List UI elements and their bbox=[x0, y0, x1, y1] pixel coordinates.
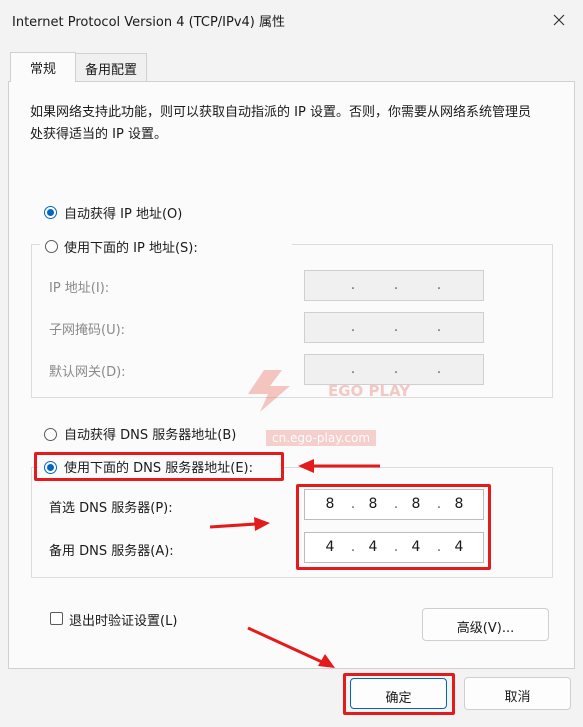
arrow-to-dns-fields-icon bbox=[209, 517, 270, 531]
tab-general[interactable]: 常规 bbox=[10, 52, 76, 82]
tab-general-label: 常规 bbox=[29, 62, 56, 77]
annotation-arrows bbox=[209, 459, 380, 668]
arrow-to-manual-dns-icon bbox=[298, 459, 380, 473]
arrow-to-ok-icon bbox=[247, 626, 335, 668]
